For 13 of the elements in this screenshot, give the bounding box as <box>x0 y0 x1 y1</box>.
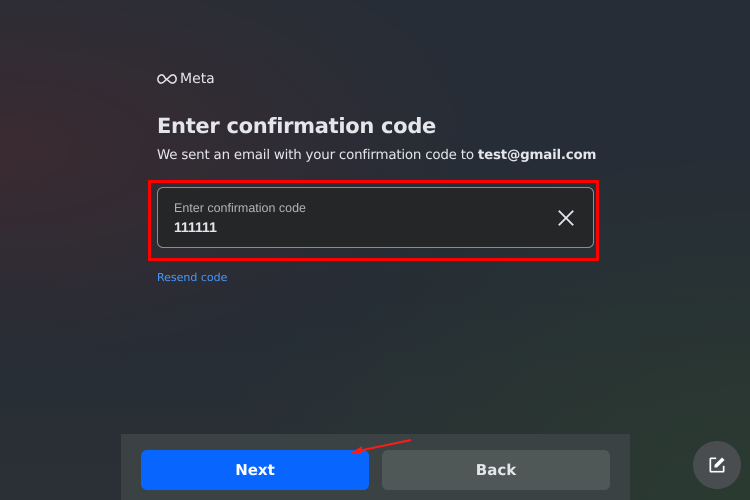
annotation-arrow <box>350 439 412 455</box>
resend-code-link[interactable]: Resend code <box>157 271 228 284</box>
back-button[interactable]: Back <box>382 450 610 490</box>
edit-icon <box>707 455 727 475</box>
page-heading: Enter confirmation code <box>157 113 437 140</box>
next-button[interactable]: Next <box>141 450 369 490</box>
field-label: Enter confirmation code <box>174 200 308 214</box>
edit-button[interactable] <box>693 441 741 489</box>
instruction-text: We sent an email with your confirmation code to test@gmail.com <box>157 147 594 165</box>
infinity-logo-icon <box>157 74 177 84</box>
brand-name: Meta <box>180 71 215 87</box>
code-input-field[interactable]: 111111 <box>174 218 374 234</box>
clear-icon[interactable] <box>557 208 575 226</box>
